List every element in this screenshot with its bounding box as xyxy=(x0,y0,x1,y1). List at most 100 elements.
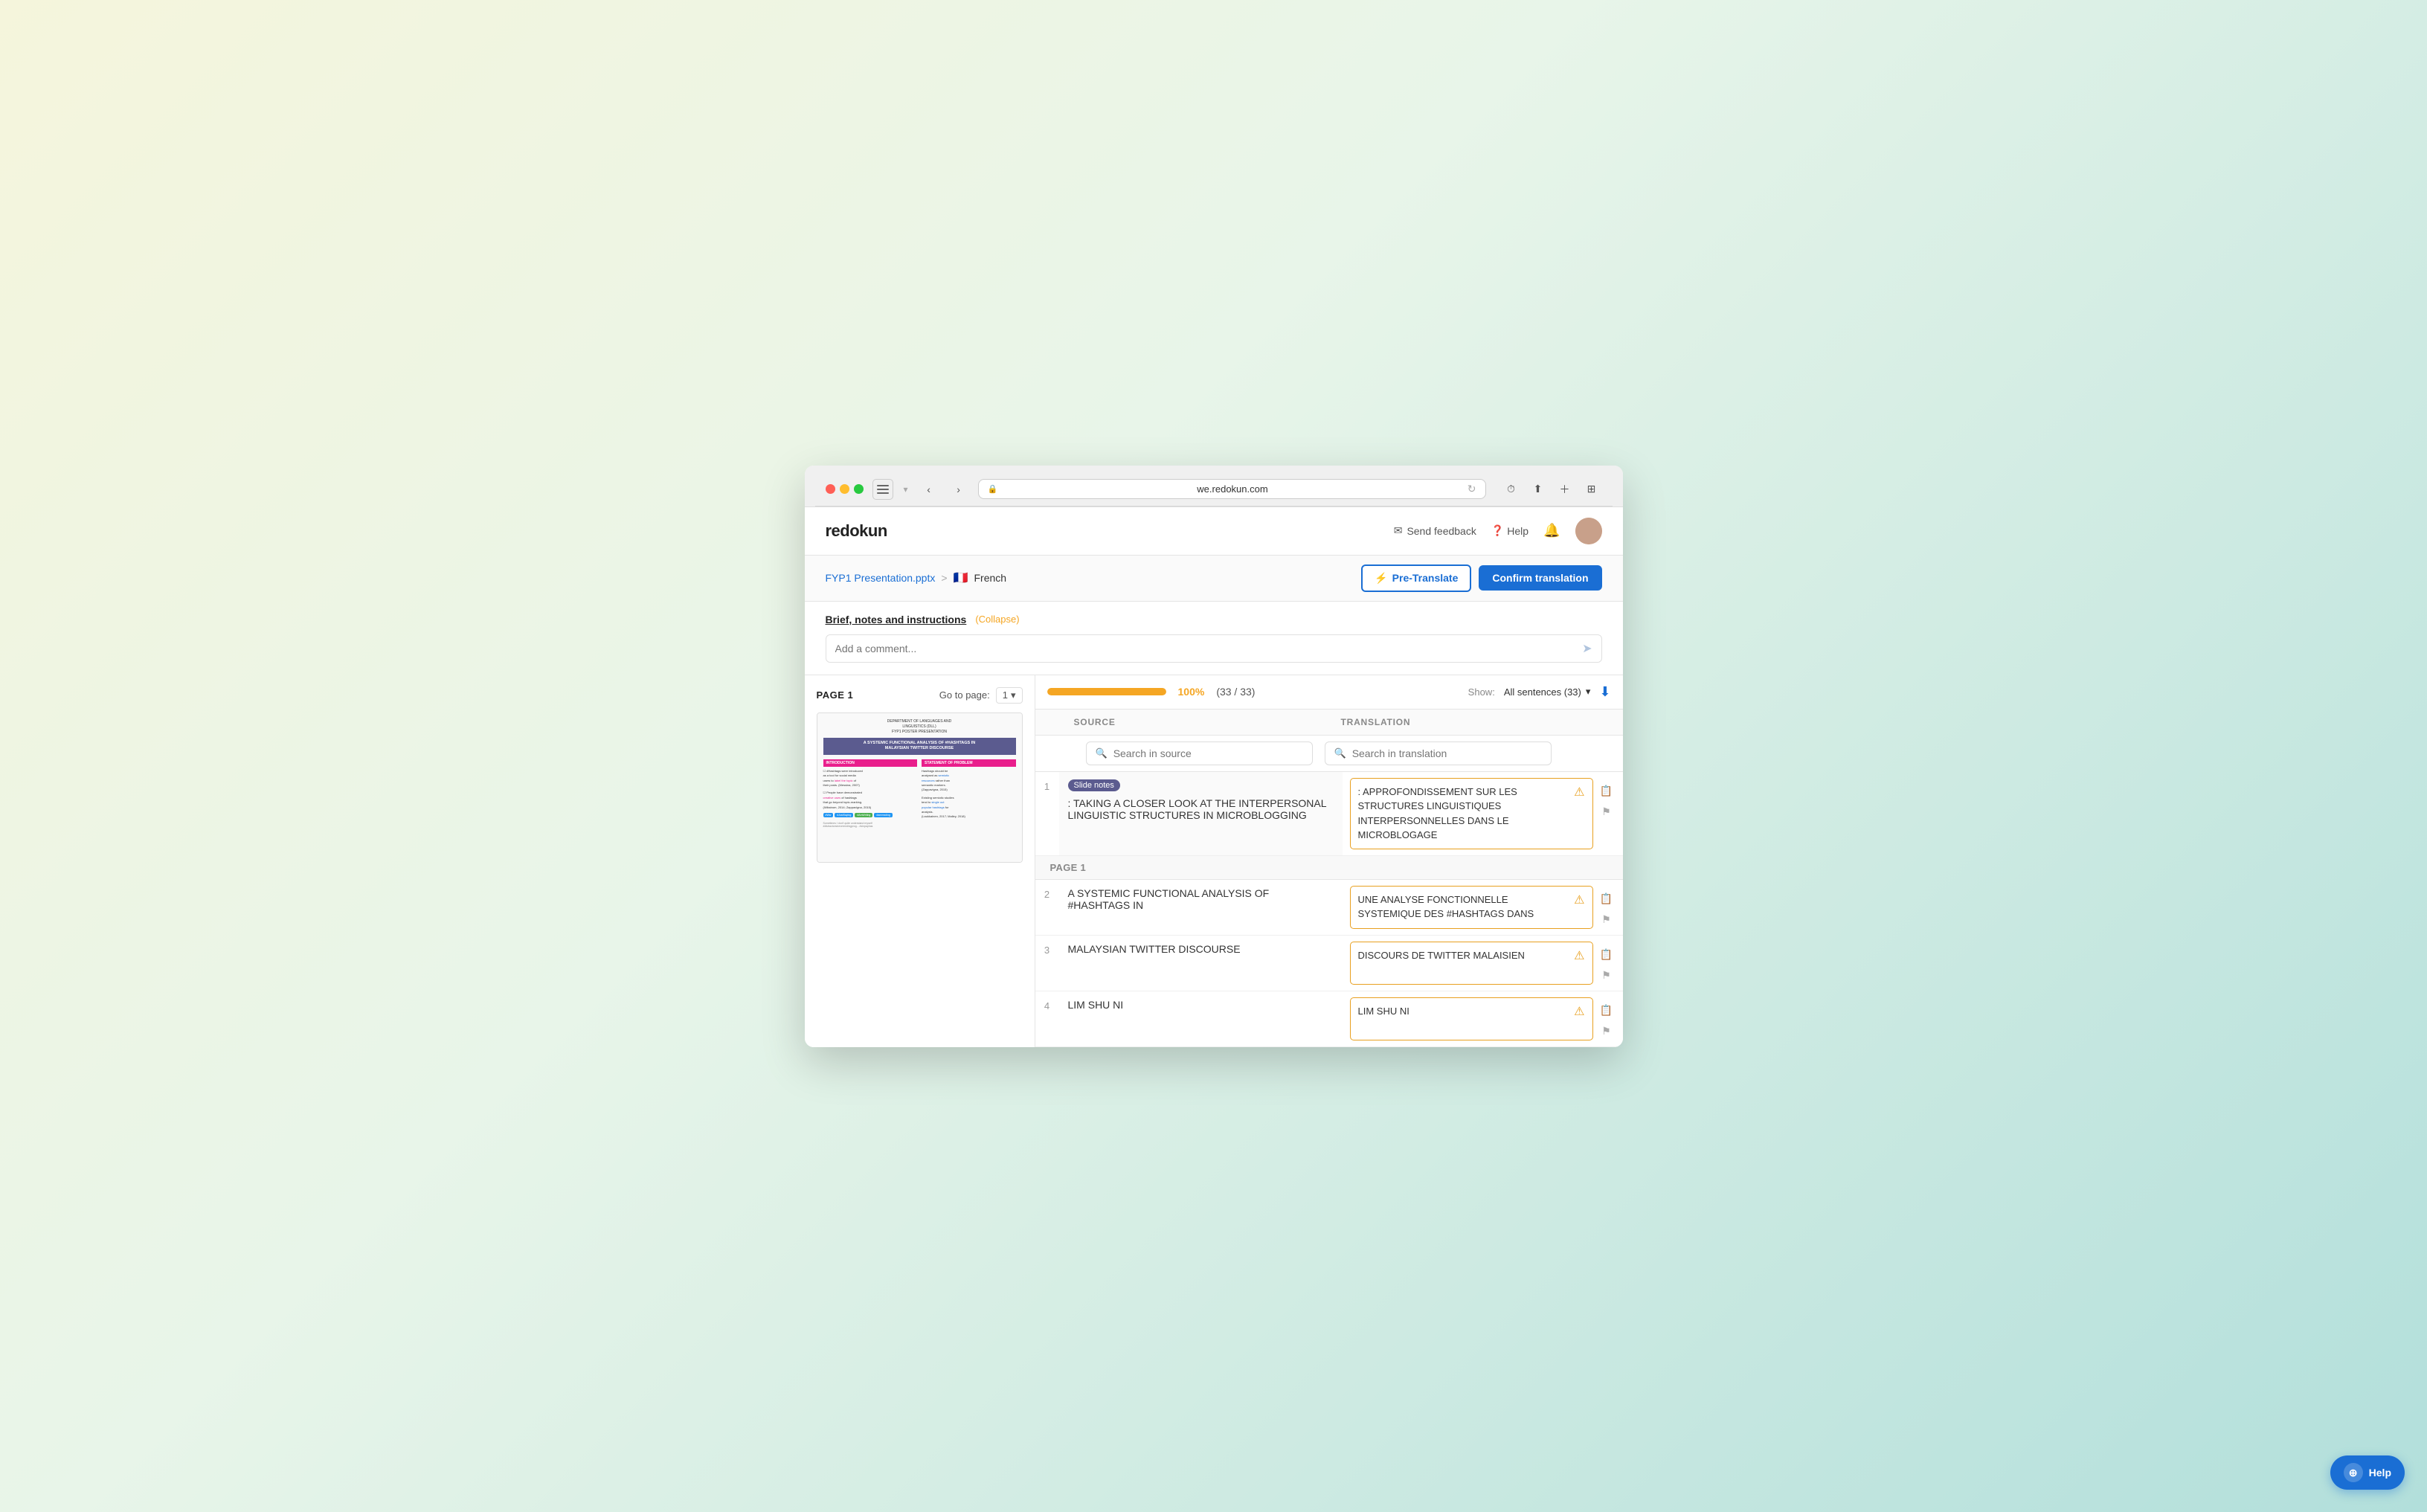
row-source: LIM SHU NI xyxy=(1059,991,1343,1046)
share-button[interactable]: ⬆ xyxy=(1528,479,1549,500)
show-select[interactable]: All sentences (33) ▾ xyxy=(1504,686,1591,698)
chevron-down-icon: ▾ xyxy=(1011,689,1016,701)
collapse-link[interactable]: (Collapse) xyxy=(975,614,1019,625)
progress-right: Show: All sentences (33) ▾ ⬇ xyxy=(1468,684,1611,700)
confirm-translation-button[interactable]: Confirm translation xyxy=(1479,565,1601,591)
refresh-icon[interactable]: ↻ xyxy=(1468,483,1476,495)
translation-text: UNE ANALYSE FONCTIONNELLE SYSTEMIQUE DES… xyxy=(1358,892,1572,921)
grid-button[interactable]: ⊞ xyxy=(1581,479,1602,500)
send-icon[interactable]: ➤ xyxy=(1582,641,1592,656)
search-source-container: 🔍 xyxy=(1086,741,1313,765)
lightning-icon: ⚡ xyxy=(1375,572,1387,585)
row-number: 1 xyxy=(1035,772,1059,855)
history-button[interactable]: ⏱ xyxy=(1501,479,1522,500)
row-translation: DISCOURS DE TWITTER MALAISIEN ⚠ 📋 ⚑ xyxy=(1343,936,1623,991)
app-header: redokun ✉ Send feedback ❓ Help 🔔 xyxy=(805,507,1623,556)
breadcrumb-bar: FYP1 Presentation.pptx > 🇫🇷 French ⚡ Pre… xyxy=(805,556,1623,602)
progress-count: (33 / 33) xyxy=(1216,686,1255,698)
search-source-icon: 🔍 xyxy=(1096,747,1108,759)
lock-icon: 🔒 xyxy=(988,484,998,494)
warning-icon: ⚠ xyxy=(1574,948,1584,963)
row-actions: 📋 ⚑ xyxy=(1598,942,1616,985)
page-select[interactable]: 1 ▾ xyxy=(996,687,1023,704)
search-translation-icon: 🔍 xyxy=(1334,747,1346,759)
translation-text: LIM SHU NI xyxy=(1358,1004,1572,1019)
slide-notes-badge: Slide notes xyxy=(1068,779,1120,791)
show-label: Show: xyxy=(1468,686,1495,698)
brief-title: Brief, notes and instructions xyxy=(826,614,967,625)
copy-action-button[interactable]: 📋 xyxy=(1598,946,1616,964)
flag-action-button[interactable]: ⚑ xyxy=(1598,967,1616,985)
url-bar[interactable]: 🔒 we.redokun.com ↻ xyxy=(978,479,1486,499)
help-button[interactable]: ❓ Help xyxy=(1491,524,1528,537)
close-button[interactable] xyxy=(826,484,835,494)
help-widget-label: Help xyxy=(2369,1467,2391,1479)
warning-icon: ⚠ xyxy=(1574,785,1584,800)
search-source-input[interactable] xyxy=(1113,747,1303,759)
translation-column-header: TRANSLATION xyxy=(1341,717,1608,727)
maximize-button[interactable] xyxy=(854,484,864,494)
page-nav: PAGE 1 Go to page: 1 ▾ xyxy=(817,687,1023,704)
copy-action-button[interactable]: 📋 xyxy=(1598,782,1616,800)
avatar[interactable] xyxy=(1575,518,1602,544)
table-header-row: SOURCE TRANSLATION xyxy=(1035,710,1623,736)
goto-label: Go to page: xyxy=(939,689,990,701)
lifebuoy-icon: ⊕ xyxy=(2349,1467,2358,1479)
app-logo: redokun xyxy=(826,521,887,541)
bell-icon: 🔔 xyxy=(1543,523,1560,538)
new-tab-button[interactable]: ＋ xyxy=(1555,479,1575,500)
page-section-label: PAGE 1 xyxy=(1035,856,1623,880)
back-button[interactable]: ‹ xyxy=(919,479,939,500)
flag-icon: 🇫🇷 xyxy=(954,570,968,585)
flag-action-button[interactable]: ⚑ xyxy=(1598,803,1616,821)
comment-input[interactable] xyxy=(835,643,1583,654)
translation-input-box[interactable]: DISCOURS DE TWITTER MALAISIEN ⚠ xyxy=(1350,942,1593,985)
send-feedback-button[interactable]: ✉ Send feedback xyxy=(1394,524,1476,537)
progress-bar-fill xyxy=(1047,688,1166,695)
translation-input-box[interactable]: UNE ANALYSE FONCTIONNELLE SYSTEMIQUE DES… xyxy=(1350,886,1593,929)
row-number: 4 xyxy=(1035,991,1059,1046)
source-text: MALAYSIAN TWITTER DISCOURSE xyxy=(1068,943,1334,955)
table-row: 3 MALAYSIAN TWITTER DISCOURSE DISCOURS D… xyxy=(1035,936,1623,991)
translation-text: : APPROFONDISSEMENT SUR LES STRUCTURES L… xyxy=(1358,785,1572,843)
row-source: Slide notes : TAKING A CLOSER LOOK AT TH… xyxy=(1059,772,1343,855)
sidebar: PAGE 1 Go to page: 1 ▾ DEPARTMENT OF LAN… xyxy=(805,675,1035,1047)
row-translation: LIM SHU NI ⚠ 📋 ⚑ xyxy=(1343,991,1623,1046)
goto-page: Go to page: 1 ▾ xyxy=(939,687,1023,704)
brief-header: Brief, notes and instructions (Collapse) xyxy=(826,614,1602,625)
breadcrumb-language: French xyxy=(974,572,1006,584)
row-actions: 📋 ⚑ xyxy=(1598,997,1616,1040)
copy-action-button[interactable]: 📋 xyxy=(1598,890,1616,908)
page-label: PAGE 1 xyxy=(817,689,854,701)
pretranslate-button[interactable]: ⚡ Pre-Translate xyxy=(1361,564,1471,592)
breadcrumb: FYP1 Presentation.pptx > 🇫🇷 French xyxy=(826,570,1007,585)
chevron-down-icon: ▾ xyxy=(1586,686,1591,698)
sidebar-toggle-button[interactable] xyxy=(872,479,893,500)
breadcrumb-file[interactable]: FYP1 Presentation.pptx xyxy=(826,572,936,584)
url-text: we.redokun.com xyxy=(1002,483,1463,495)
download-icon[interactable]: ⬇ xyxy=(1599,684,1610,700)
flag-action-button[interactable]: ⚑ xyxy=(1598,911,1616,929)
forward-button[interactable]: › xyxy=(948,479,969,500)
row-number: 3 xyxy=(1035,936,1059,991)
progress-area: 100% (33 / 33) Show: All sentences (33) … xyxy=(1035,675,1623,710)
row-actions: 📋 ⚑ xyxy=(1598,778,1616,849)
thumb-title-box: A SYSTEMIC FUNCTIONAL ANALYSIS OF #HASHT… xyxy=(823,738,1016,755)
brief-section: Brief, notes and instructions (Collapse)… xyxy=(805,602,1623,675)
row-actions: 📋 ⚑ xyxy=(1598,886,1616,929)
thumb-header-text: DEPARTMENT OF LANGUAGES ANDLINGUISTICS (… xyxy=(823,719,1016,735)
source-text: A SYSTEMIC FUNCTIONAL ANALYSIS OF #HASHT… xyxy=(1068,887,1334,911)
flag-action-button[interactable]: ⚑ xyxy=(1598,1023,1616,1040)
row-translation: : APPROFONDISSEMENT SUR LES STRUCTURES L… xyxy=(1343,772,1623,855)
copy-action-button[interactable]: 📋 xyxy=(1598,1002,1616,1020)
source-column-header: SOURCE xyxy=(1074,717,1341,727)
help-widget[interactable]: ⊕ Help xyxy=(2330,1455,2405,1490)
translation-input-box[interactable]: LIM SHU NI ⚠ xyxy=(1350,997,1593,1040)
search-translation-input[interactable] xyxy=(1352,747,1542,759)
minimize-button[interactable] xyxy=(840,484,849,494)
translation-input-box[interactable]: : APPROFONDISSEMENT SUR LES STRUCTURES L… xyxy=(1350,778,1593,849)
notification-button[interactable]: 🔔 xyxy=(1543,523,1560,538)
table-row: 4 LIM SHU NI LIM SHU NI ⚠ 📋 ⚑ xyxy=(1035,991,1623,1047)
progress-bar-container xyxy=(1047,688,1166,695)
search-row: 🔍 🔍 xyxy=(1035,736,1623,772)
